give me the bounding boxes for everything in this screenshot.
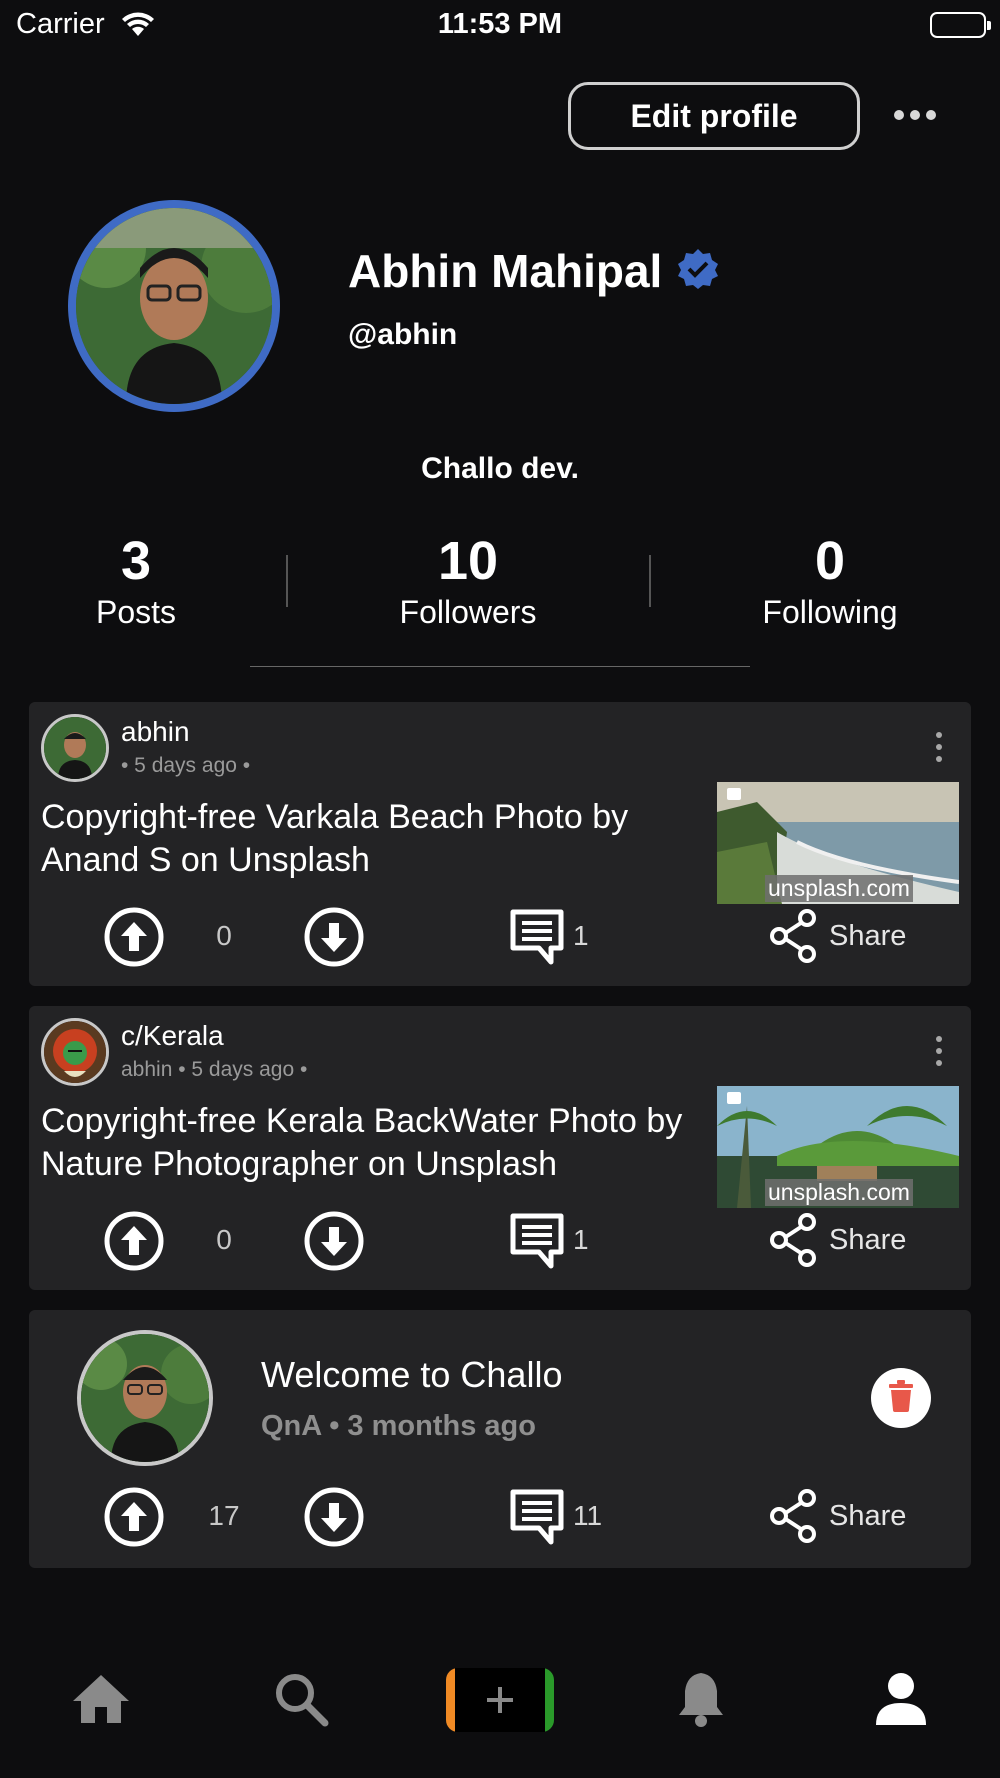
comment-icon[interactable]	[509, 1488, 565, 1546]
notifications-icon[interactable]	[666, 1664, 736, 1734]
post-thumbnail[interactable]: unsplash.com	[717, 1086, 959, 1208]
stat-divider	[286, 555, 288, 607]
delete-button[interactable]	[871, 1368, 931, 1428]
vote-count: 0	[216, 920, 232, 951]
share-icon[interactable]	[769, 908, 819, 964]
profile-name-row: Abhin Mahipal	[348, 244, 720, 298]
image-badge-icon	[727, 788, 741, 800]
post-actions: 0 1 Share	[29, 902, 971, 972]
post-card[interactable]: abhin • 5 days ago • Copyright-free Vark…	[29, 702, 971, 986]
stat-posts[interactable]: 3 Posts	[6, 530, 266, 632]
more-options-icon[interactable]	[890, 100, 940, 130]
qna-title[interactable]: Welcome to Challo	[261, 1354, 562, 1396]
home-icon[interactable]	[66, 1664, 136, 1734]
community-avatar[interactable]	[41, 1018, 109, 1086]
battery-icon	[930, 12, 991, 38]
qna-time: 3 months ago	[347, 1410, 536, 1442]
stat-label: Followers	[399, 594, 537, 630]
meta-separator: •	[329, 1410, 340, 1442]
upvote-icon[interactable]	[103, 1210, 165, 1272]
status-bar: Carrier 11:53 PM	[0, 0, 1000, 50]
share-button[interactable]: Share	[829, 920, 906, 953]
post-thumbnail[interactable]: unsplash.com	[717, 782, 959, 904]
share-icon[interactable]	[769, 1488, 819, 1544]
stat-value: 3	[120, 531, 152, 591]
profile-stats: 3 Posts 10 Followers 0 Following	[0, 530, 1000, 640]
profile-bio: Challo dev.	[421, 452, 579, 485]
qna-category[interactable]: QnA	[261, 1410, 321, 1442]
stat-followers[interactable]: 10 Followers	[338, 530, 598, 632]
edit-profile-button[interactable]: Edit profile	[568, 82, 860, 150]
thumbnail-source-label: unsplash.com	[765, 875, 913, 902]
trash-icon	[888, 1379, 914, 1417]
vote-count: 0	[216, 1224, 232, 1255]
thumbnail-source-label: unsplash.com	[765, 1179, 913, 1206]
downvote-icon[interactable]	[303, 906, 365, 968]
create-post-icon	[455, 1668, 545, 1732]
qna-meta: QnA • 3 months ago	[261, 1410, 536, 1443]
share-icon[interactable]	[769, 1212, 819, 1268]
stat-value: 10	[437, 531, 499, 591]
author-avatar[interactable]	[41, 714, 109, 782]
post-actions: 0 1 Share	[29, 1206, 971, 1276]
qna-actions: 17 11 Share	[29, 1482, 971, 1552]
post-card[interactable]: c/Kerala abhin • 5 days ago • Copyright-…	[29, 1006, 971, 1290]
qna-card[interactable]: Welcome to Challo QnA • 3 months ago 17 …	[29, 1310, 971, 1568]
profile-handle: @abhin	[348, 318, 458, 351]
search-icon[interactable]	[266, 1664, 336, 1734]
share-button[interactable]: Share	[829, 1500, 906, 1533]
profile-icon[interactable]	[866, 1664, 936, 1734]
profile-name: Abhin Mahipal	[348, 245, 663, 297]
post-community[interactable]: c/Kerala	[121, 1020, 224, 1052]
qna-author-avatar[interactable]	[77, 1330, 213, 1466]
post-menu-icon[interactable]	[933, 732, 945, 762]
stat-divider	[649, 555, 651, 607]
post-meta: abhin • 5 days ago •	[121, 1058, 308, 1081]
image-badge-icon	[727, 1092, 741, 1104]
upvote-icon[interactable]	[103, 906, 165, 968]
upvote-icon[interactable]	[103, 1486, 165, 1548]
comment-count: 1	[573, 920, 589, 951]
stat-value: 0	[814, 531, 846, 591]
bottom-nav	[0, 1650, 1000, 1750]
stat-label: Following	[762, 594, 898, 630]
stat-following[interactable]: 0 Following	[700, 530, 960, 632]
comment-count: 1	[573, 1224, 589, 1255]
profile-avatar[interactable]	[68, 200, 280, 412]
share-button[interactable]: Share	[829, 1224, 906, 1257]
post-menu-icon[interactable]	[933, 1036, 945, 1066]
comment-count: 11	[573, 1500, 603, 1531]
post-title[interactable]: Copyright-free Varkala Beach Photo by An…	[41, 796, 701, 882]
comment-icon[interactable]	[509, 908, 565, 966]
downvote-icon[interactable]	[303, 1210, 365, 1272]
stats-divider	[250, 666, 750, 667]
verified-badge-icon	[676, 247, 720, 296]
clock: 11:53 PM	[437, 8, 563, 40]
post-meta: • 5 days ago •	[121, 754, 251, 777]
post-author[interactable]: abhin	[121, 716, 190, 748]
vote-count: 17	[208, 1500, 240, 1531]
create-post-button[interactable]	[446, 1668, 554, 1732]
comment-icon[interactable]	[509, 1212, 565, 1270]
downvote-icon[interactable]	[303, 1486, 365, 1548]
post-title[interactable]: Copyright-free Kerala BackWater Photo by…	[41, 1100, 701, 1186]
stat-label: Posts	[95, 594, 177, 630]
